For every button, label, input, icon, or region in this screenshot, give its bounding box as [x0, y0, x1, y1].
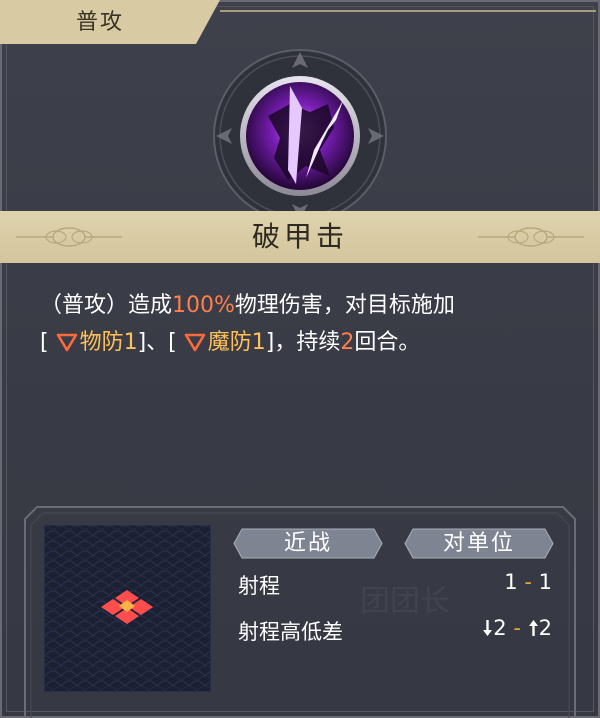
height-diff-value: 2 - 2 [482, 616, 552, 640]
purple-slash-icon[interactable] [210, 46, 390, 226]
debuff-down-triangle-icon [56, 333, 77, 352]
skill-title-banner: 破甲击 [0, 211, 600, 263]
desc-prefix: （普攻）造成 [40, 293, 173, 318]
arrow-up-icon [528, 620, 538, 636]
target-type-badge: 对单位 [403, 527, 555, 560]
range-grid [44, 525, 211, 692]
range-separator: - [524, 570, 532, 594]
desc-mid: 物理伤害，对目标施加 [234, 293, 455, 318]
tab-normal-attack[interactable]: 普攻 [0, 6, 200, 40]
skill-description: （普攻）造成100%物理伤害，对目标施加 [ 物防1]、[ 魔防1]，持续2回合… [40, 287, 570, 361]
range-max: 1 [538, 570, 552, 594]
watermark-text: 团团长 [360, 584, 450, 619]
desc-duration-prefix: ]，持续 [265, 330, 341, 355]
ornament-right [478, 227, 584, 247]
height-down: 2 [493, 616, 507, 640]
bracket-open: [ [40, 330, 49, 355]
top-divider [220, 10, 596, 12]
duration-turns: 2 [340, 330, 355, 355]
debuff-physical-defense[interactable]: 物防1 [80, 330, 138, 355]
range-value: 1 - 1 [504, 570, 552, 594]
debuff-magic-defense[interactable]: 魔防1 [208, 330, 266, 355]
bracket-mid: ]、[ [137, 330, 177, 355]
height-up: 2 [538, 616, 552, 640]
range-label: 射程 [238, 574, 280, 598]
height-separator: - [513, 616, 521, 640]
damage-value: 100% [172, 293, 235, 318]
range-type-badge: 近战 [232, 527, 384, 560]
arrow-down-icon [483, 620, 493, 636]
desc-suffix: 回合。 [354, 330, 421, 355]
height-diff-label: 射程高低差 [238, 620, 343, 644]
debuff-down-triangle-icon [184, 333, 206, 352]
range-min: 1 [504, 570, 518, 594]
